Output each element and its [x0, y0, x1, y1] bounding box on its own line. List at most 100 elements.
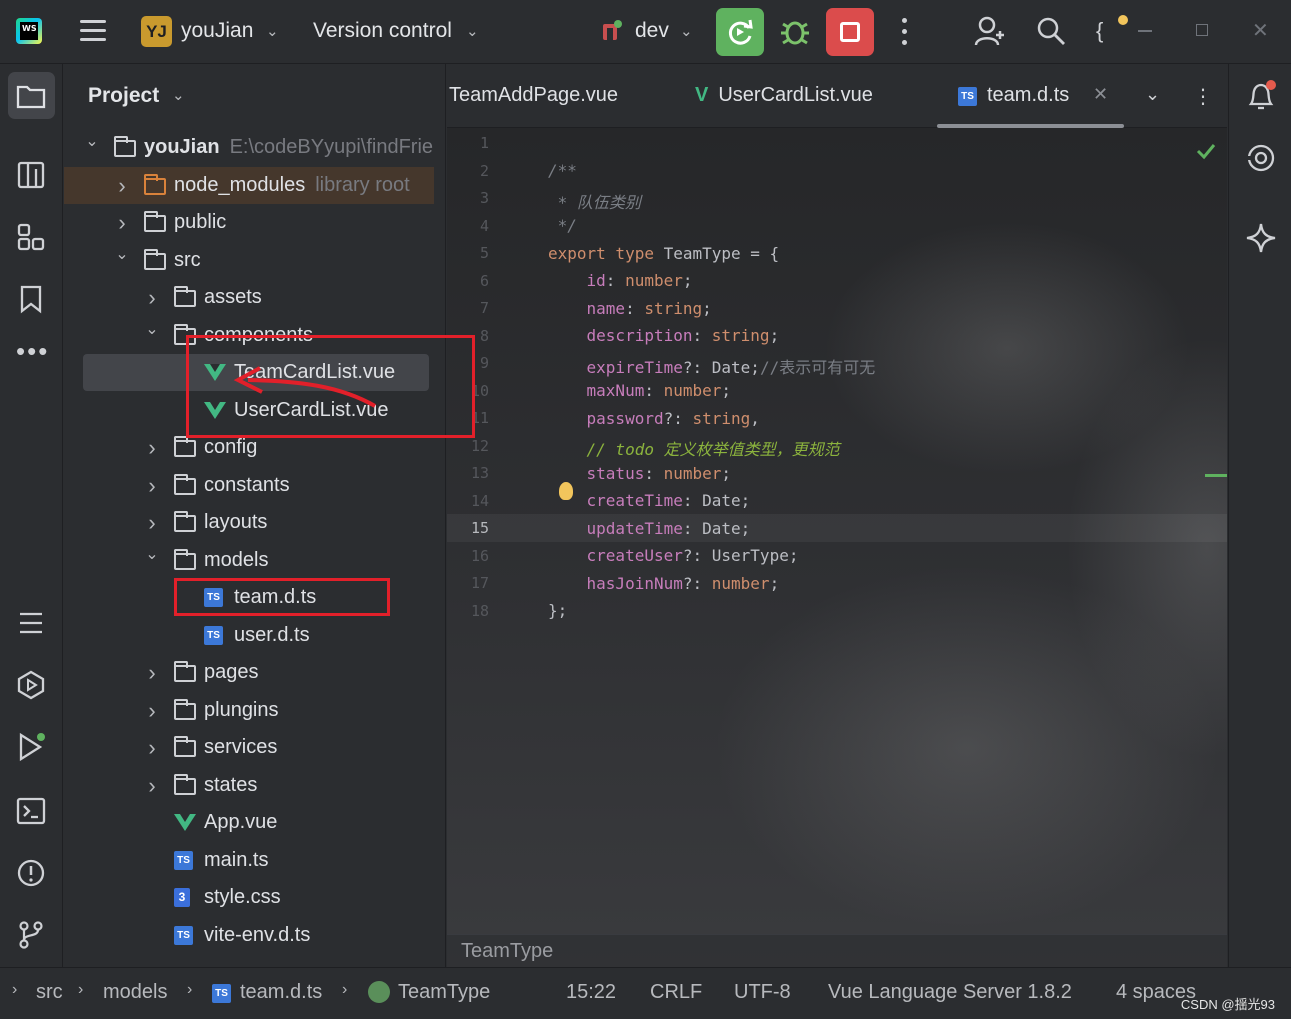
no-problems-check-icon[interactable] [1195, 140, 1217, 162]
code-line-14[interactable]: createTime: Date; [548, 491, 751, 510]
chevron-down-icon[interactable]: ⌄ [466, 22, 479, 40]
line-number[interactable]: 18 [467, 602, 489, 620]
add-user-icon[interactable] [974, 15, 1004, 47]
line-number[interactable]: 14 [467, 492, 489, 510]
code-line-3[interactable]: * 队伍类别 [548, 189, 641, 213]
rerun-button[interactable] [716, 8, 764, 56]
tree-item[interactable]: TS vite-env.d.ts [64, 917, 434, 954]
caret-position[interactable]: 15:22 [566, 981, 616, 1004]
breadcrumb-type[interactable]: TeamType [398, 981, 490, 1004]
sparkle-icon[interactable] [1245, 222, 1277, 254]
tree-item[interactable]: ⌄ models [64, 542, 434, 579]
tree-item[interactable]: › states [64, 767, 434, 804]
breadcrumb-models[interactable]: models [103, 981, 167, 1004]
git-branch-icon[interactable] [16, 920, 46, 950]
line-separator[interactable]: CRLF [650, 981, 702, 1004]
plugins-icon[interactable] [16, 222, 46, 252]
tree-item[interactable]: › constants [64, 467, 434, 504]
expand-chevron-icon[interactable]: › [144, 467, 160, 504]
chevron-down-icon[interactable]: ⌄ [266, 22, 279, 40]
tree-item[interactable]: › node_modules library root [64, 166, 434, 204]
code-line-2[interactable]: /** [548, 161, 577, 180]
line-number[interactable]: 15 [467, 519, 489, 537]
run-configuration-selector[interactable]: dev [635, 19, 669, 43]
expand-chevron-icon[interactable]: › [144, 729, 160, 766]
code-line-12[interactable]: // todo 定义枚举值类型，更规范 [548, 436, 840, 460]
breadcrumb-src[interactable]: src [36, 981, 63, 1004]
webstorm-logo-icon[interactable]: WS [16, 18, 42, 44]
breadcrumb-file[interactable]: team.d.ts [240, 981, 322, 1004]
tab-user-card-list[interactable]: V UserCardList.vue [695, 84, 873, 107]
expand-chevron-icon[interactable]: › [144, 692, 160, 729]
tab-team-add-page[interactable]: TeamAddPage.vue [449, 84, 618, 107]
breadcrumb-symbol[interactable]: TeamType [461, 940, 553, 963]
expand-chevron-icon[interactable]: › [144, 767, 160, 804]
line-number[interactable]: 4 [467, 217, 489, 235]
code-line-4[interactable]: */ [548, 216, 577, 235]
more-actions-icon[interactable] [902, 18, 908, 46]
code-line-17[interactable]: hasJoinNum?: number; [548, 574, 780, 593]
ai-assistant-icon[interactable] [1245, 142, 1277, 174]
tree-item[interactable]: App.vue [64, 804, 434, 841]
services-icon[interactable] [16, 670, 46, 700]
line-number[interactable]: 1 [467, 134, 489, 152]
file-encoding[interactable]: UTF-8 [734, 981, 791, 1004]
close-tab-icon[interactable]: ✕ [1093, 84, 1108, 105]
project-selector[interactable]: youJian [181, 19, 253, 43]
tree-item[interactable]: 3 style.css [64, 879, 434, 916]
code-line-5[interactable]: export type TeamType = { [548, 244, 779, 263]
tree-item[interactable]: TS user.d.ts [64, 617, 434, 654]
search-icon[interactable] [1036, 16, 1066, 46]
tree-item[interactable]: › plungins [64, 692, 434, 729]
code-line-16[interactable]: createUser?: UserType; [548, 546, 799, 565]
line-number[interactable]: 13 [467, 464, 489, 482]
line-number[interactable]: 6 [467, 272, 489, 290]
line-number[interactable]: 17 [467, 574, 489, 592]
language-server-status[interactable]: Vue Language Server 1.8.2 [828, 981, 1072, 1004]
more-tools-icon[interactable]: ••• [16, 336, 49, 367]
code-line-11[interactable]: password?: string, [548, 409, 760, 428]
collapse-chevron-icon[interactable]: ⌄ [114, 236, 130, 273]
tree-item[interactable]: ⌄ youJian E:\codeBYyupi\findFrie [64, 129, 434, 166]
problems-icon[interactable] [16, 858, 46, 888]
tree-item[interactable]: › services [64, 729, 434, 766]
code-line-18[interactable]: }; [548, 601, 567, 620]
todo-list-icon[interactable] [16, 608, 46, 638]
collapse-chevron-icon[interactable]: ⌄ [144, 311, 160, 348]
line-number[interactable]: 2 [467, 162, 489, 180]
terminal-icon[interactable] [16, 796, 46, 826]
tree-item[interactable]: › pages [64, 654, 434, 691]
code-with-me-icon[interactable]: { [1096, 18, 1103, 44]
collapse-chevron-icon[interactable]: ⌄ [84, 123, 100, 160]
structure-icon[interactable] [16, 160, 46, 190]
code-line-6[interactable]: id: number; [548, 271, 693, 290]
notifications-bell-icon[interactable] [1245, 80, 1277, 112]
close-window-icon[interactable]: ✕ [1252, 18, 1269, 43]
line-number[interactable]: 12 [467, 437, 489, 455]
debug-bug-icon[interactable] [776, 16, 814, 48]
expand-chevron-icon[interactable]: › [144, 429, 160, 466]
tab-team-d-ts[interactable]: TS team.d.ts [958, 84, 1069, 107]
tree-item[interactable]: › assets [64, 279, 434, 316]
line-number[interactable]: 7 [467, 299, 489, 317]
project-badge[interactable]: YJ [141, 16, 172, 47]
code-line-13[interactable]: status: number; [548, 464, 732, 483]
chevron-down-icon[interactable]: ⌄ [680, 22, 693, 40]
main-menu-icon[interactable] [80, 18, 106, 44]
expand-chevron-icon[interactable]: › [144, 654, 160, 691]
stop-button[interactable] [826, 8, 874, 56]
run-icon[interactable] [16, 732, 46, 762]
maximize-window-icon[interactable] [1196, 24, 1208, 36]
bookmarks-icon[interactable] [16, 284, 46, 314]
code-line-8[interactable]: description: string; [548, 326, 780, 345]
tree-item[interactable]: › layouts [64, 504, 434, 541]
code-line-15[interactable]: updateTime: Date; [548, 519, 751, 538]
tab-list-chevron-icon[interactable]: ⌄ [1145, 84, 1160, 105]
code-line-7[interactable]: name: string; [548, 299, 712, 318]
line-number[interactable]: 16 [467, 547, 489, 565]
code-line-9[interactable]: expireTime?: Date;//表示可有可无 [548, 354, 876, 378]
expand-chevron-icon[interactable]: › [114, 167, 130, 204]
lightbulb-icon[interactable] [559, 482, 573, 500]
tree-item[interactable]: TS main.ts [64, 842, 434, 879]
tree-item[interactable]: ⌄ src [64, 242, 434, 279]
